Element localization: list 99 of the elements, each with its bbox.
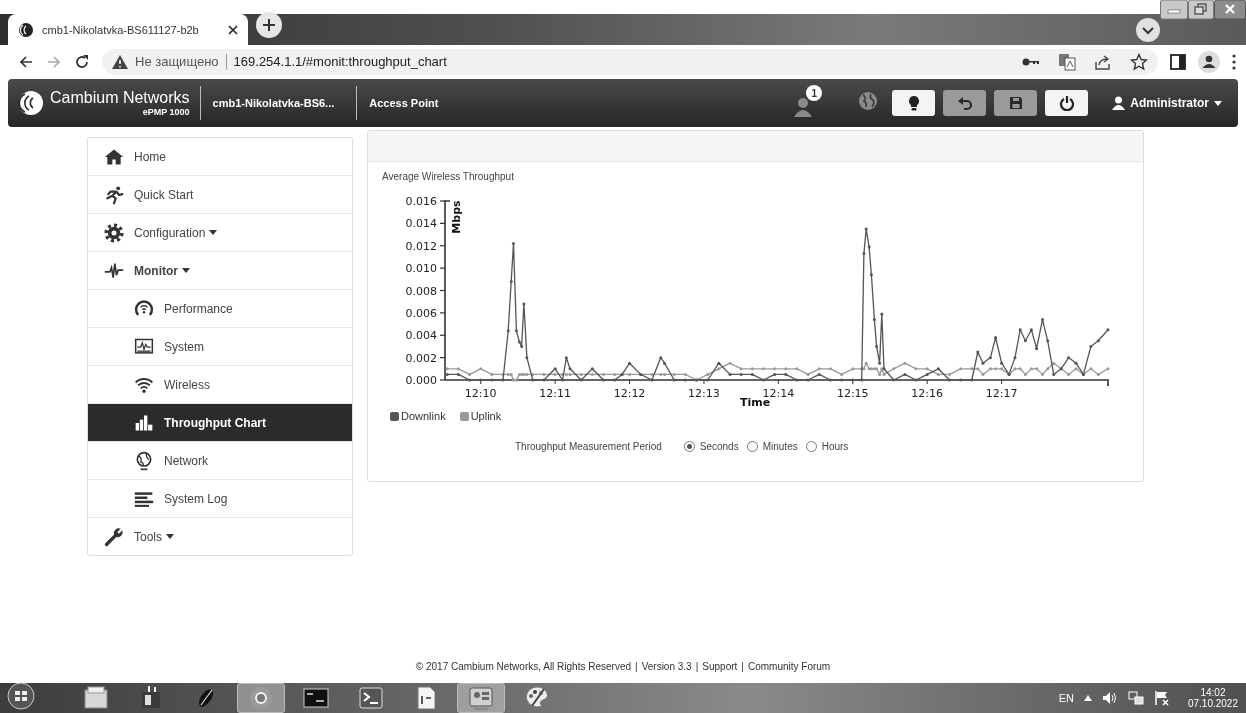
footer-text: Version 3.3 <box>641 661 692 672</box>
globe-icon[interactable] <box>858 91 879 111</box>
language-indicator[interactable]: EN <box>1058 692 1074 704</box>
sidebar-item[interactable]: Throughput Chart <box>88 404 352 442</box>
new-tab-icon[interactable] <box>256 12 282 38</box>
axis-title: Mbps <box>450 200 463 234</box>
network-icon[interactable] <box>1127 690 1144 706</box>
power-button[interactable] <box>1045 90 1089 116</box>
hint-button[interactable] <box>892 90 936 116</box>
user-icon <box>1112 96 1126 110</box>
axis-tick-label: 0.014 <box>405 217 437 231</box>
power-icon <box>1058 95 1075 111</box>
browser-icon <box>247 684 275 712</box>
star-icon[interactable] <box>1130 52 1148 71</box>
reload-icon[interactable] <box>74 53 90 70</box>
browser-tab[interactable]: cmb1-Nikolatvka-BS611127-b2b <box>8 14 248 45</box>
model-name: ePMP 1000 <box>142 107 190 117</box>
axis-tick-label: 12:13 <box>688 387 720 400</box>
translate-icon[interactable] <box>1058 52 1076 71</box>
taskbar-button[interactable] <box>237 683 285 713</box>
logo-icon <box>18 21 34 38</box>
radio-option[interactable]: Hours <box>805 441 849 452</box>
sidebar-item[interactable]: Home <box>88 138 352 176</box>
back-arrow-icon[interactable] <box>18 53 34 70</box>
axis-tick-label: 12:16 <box>911 387 944 400</box>
footer-text: | <box>635 661 638 672</box>
folder-icon <box>82 684 110 712</box>
axis-tick-label: 0.008 <box>405 284 437 298</box>
footer-text: | <box>741 661 744 672</box>
save-icon <box>1007 95 1024 111</box>
flag-icon[interactable] <box>1153 690 1170 706</box>
sidebar-item[interactable]: System Log <box>88 480 352 518</box>
undo-icon <box>956 95 973 111</box>
tab-title: cmb1-Nikolatvka-BS611127-b2b <box>42 23 200 36</box>
axis-tick-label: 0.002 <box>405 351 437 365</box>
axis-tick-label: 0.000 <box>405 374 437 387</box>
sidebar-item[interactable]: Configuration <box>88 214 352 252</box>
caret-icon <box>1214 100 1222 106</box>
clock-time: 14:02 <box>1200 686 1226 698</box>
brand-name: Cambium Networks <box>50 89 190 106</box>
speaker-icon[interactable] <box>1101 691 1118 705</box>
footer-text: Community Forum <box>747 661 831 672</box>
footer-text: Support <box>702 661 738 672</box>
minimize-icon[interactable] <box>1160 0 1188 20</box>
runner-icon <box>104 184 124 205</box>
user-icon[interactable] <box>794 97 813 117</box>
axis-tick-label: 0.016 <box>405 195 437 208</box>
key-icon[interactable] <box>1022 56 1040 67</box>
legend-label: Uplink <box>470 410 502 422</box>
sidebar-item[interactable]: Network <box>88 442 352 480</box>
radio-option[interactable]: Seconds <box>683 441 739 452</box>
period-label: Throughput Measurement Period <box>515 441 662 452</box>
sidebar-item[interactable]: System <box>88 328 352 366</box>
pulse-icon <box>104 260 124 281</box>
notification-badge: 1 <box>806 85 823 101</box>
warning-icon <box>112 54 128 69</box>
axis-tick-label: 0.010 <box>405 262 437 276</box>
close-icon[interactable] <box>228 24 238 35</box>
axis-tick-label: 12:17 <box>985 387 1018 400</box>
axis-tick-label: 12:12 <box>613 387 646 400</box>
prompt-icon <box>357 684 385 712</box>
start-button[interactable] <box>4 682 38 710</box>
monitor-chart-icon <box>134 336 154 357</box>
device-mode: Access Point <box>368 96 440 111</box>
restore-icon[interactable] <box>1188 0 1214 20</box>
logo-icon <box>18 90 44 116</box>
footer-text: | <box>695 661 699 672</box>
axis-tick-label: 12:15 <box>836 387 869 400</box>
globe-icon <box>134 450 154 471</box>
legend-label: Downlink <box>401 410 446 422</box>
axis-tick-label: 0.012 <box>405 239 437 253</box>
radio-option[interactable]: Minutes <box>746 441 798 452</box>
url-text: 169.254.1.1/#monit:throughput_chart <box>233 54 448 69</box>
side-panel-icon[interactable] <box>1170 53 1186 70</box>
sidebar-item[interactable]: Monitor <box>88 252 352 290</box>
sidebar-item[interactable]: Quick Start <box>88 176 352 214</box>
axis-tick-label: 0.006 <box>405 306 437 320</box>
axis-tick-label: 12:11 <box>539 387 571 400</box>
sidebar-item[interactable]: Tools <box>88 518 352 555</box>
gear-icon <box>104 222 124 243</box>
control-panel-icon <box>467 684 495 712</box>
profile-icon[interactable] <box>1198 50 1220 73</box>
axis-tick-label: 12:10 <box>464 387 497 400</box>
axis-tick-label: 0.004 <box>405 329 437 343</box>
chart-title: Average Wireless Throughput <box>381 170 514 182</box>
footer-text: © 2017 Cambium Networks, All Rights Reserved <box>415 661 632 672</box>
clock-date: 07.10.2022 <box>1187 698 1238 710</box>
taskbar-button[interactable] <box>457 683 505 713</box>
sidebar-item[interactable]: Performance <box>88 290 352 328</box>
address-bar[interactable]: Не защищено 169.254.1.1/#monit:throughput_chart <box>102 48 1158 75</box>
device-name: cmb1-Nikolatvka-BS6... <box>200 86 358 120</box>
more-menu-icon[interactable] <box>1232 53 1236 70</box>
wrench-icon <box>104 526 124 547</box>
user-menu[interactable]: Administrator <box>1106 95 1228 111</box>
close-icon[interactable] <box>1214 0 1246 20</box>
caret-up-icon[interactable] <box>1083 695 1092 701</box>
taskbar-clock[interactable]: 14:02 07.10.2022 <box>1187 686 1238 710</box>
chevron-down-icon[interactable] <box>1136 18 1160 42</box>
security-label: Не защищено <box>135 54 219 69</box>
